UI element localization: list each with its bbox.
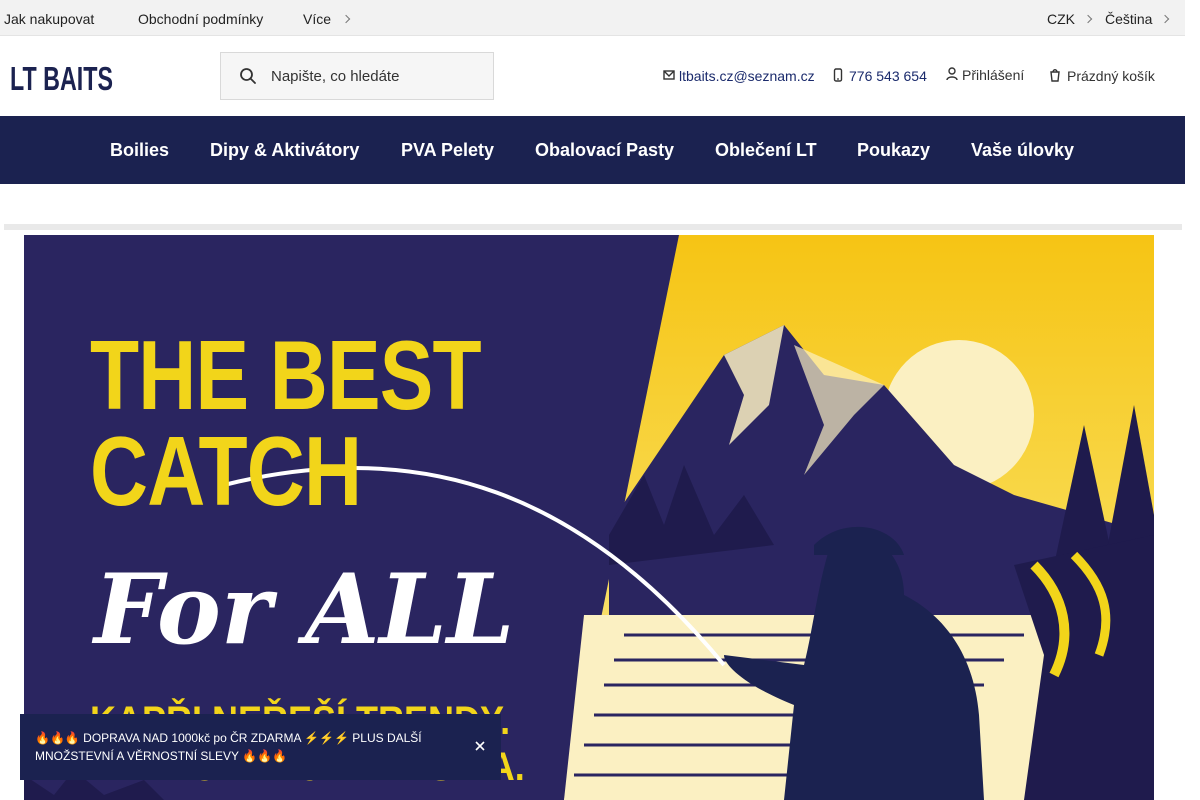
- phone-link[interactable]: 776 543 654: [833, 68, 927, 84]
- banner-headline: THE BEST CATCH: [90, 320, 482, 526]
- currency-selector[interactable]: CZK: [1047, 11, 1093, 27]
- banner-script-text: For ALL: [94, 553, 515, 666]
- search-box: [220, 52, 494, 100]
- cart-link[interactable]: Prázdný košík: [1050, 68, 1155, 84]
- chevron-down-icon: [341, 14, 351, 24]
- nav-item-boilies[interactable]: Boilies: [110, 140, 169, 161]
- language-selector[interactable]: Čeština: [1105, 11, 1170, 27]
- nav-item-obleceni-lt[interactable]: Oblečení LT: [715, 140, 817, 161]
- link-jak-nakupovat[interactable]: Jak nakupovat: [4, 11, 94, 27]
- phone-icon: [833, 68, 843, 82]
- currency-label: CZK: [1047, 11, 1075, 27]
- more-menu[interactable]: Více: [303, 11, 351, 27]
- cart-icon: [1050, 69, 1060, 82]
- site-header: LT BAITS ltbaits.cz@seznam.cz 776 543 65…: [0, 36, 1185, 116]
- nav-item-vase-ulovky[interactable]: Vaše úlovky: [971, 140, 1074, 161]
- phone-text: 776 543 654: [849, 68, 927, 84]
- shipping-notice-text: 🔥🔥🔥 DOPRAVA NAD 1000kč po ČR ZDARMA ⚡⚡⚡ …: [35, 731, 422, 763]
- lt-baits-logo-icon: LT BAITS: [10, 60, 113, 97]
- chevron-down-icon: [1161, 14, 1170, 24]
- cart-text: Prázdný košík: [1067, 68, 1155, 84]
- nav-item-obalovaci-pasty[interactable]: Obalovací Pasty: [535, 140, 674, 161]
- search-icon[interactable]: [239, 67, 257, 85]
- nav-item-dipy-aktivatory[interactable]: Dipy & Aktivátory: [210, 140, 359, 161]
- login-link[interactable]: Přihlášení: [946, 67, 1025, 83]
- nav-item-pva-pelety[interactable]: PVA Pelety: [401, 140, 494, 161]
- banner-headline-line1: THE BEST: [90, 320, 482, 430]
- divider: [4, 224, 1182, 230]
- nav-item-poukazy[interactable]: Poukazy: [857, 140, 930, 161]
- link-obchodni-podminky[interactable]: Obchodní podmínky: [138, 11, 263, 27]
- svg-text:LT BAITS: LT BAITS: [10, 60, 113, 94]
- top-utility-bar: Jak nakupovat Obchodní podmínky Více CZK…: [0, 0, 1185, 36]
- more-menu-label: Více: [303, 11, 332, 27]
- search-input[interactable]: [271, 53, 489, 99]
- mail-icon: [663, 70, 675, 80]
- main-navigation: Boilies Dipy & Aktivátory PVA Pelety Oba…: [0, 116, 1185, 184]
- chevron-down-icon: [1083, 14, 1093, 24]
- close-icon[interactable]: [472, 738, 488, 754]
- user-icon: [946, 67, 958, 81]
- login-text: Přihlášení: [962, 67, 1025, 83]
- site-logo[interactable]: LT BAITS: [10, 60, 114, 97]
- banner-headline-line2: CATCH: [90, 416, 362, 526]
- email-text: ltbaits.cz@seznam.cz: [679, 68, 815, 84]
- language-label: Čeština: [1105, 11, 1153, 27]
- email-link[interactable]: ltbaits.cz@seznam.cz: [663, 68, 815, 84]
- shipping-notice: 🔥🔥🔥 DOPRAVA NAD 1000kč po ČR ZDARMA ⚡⚡⚡ …: [20, 714, 501, 780]
